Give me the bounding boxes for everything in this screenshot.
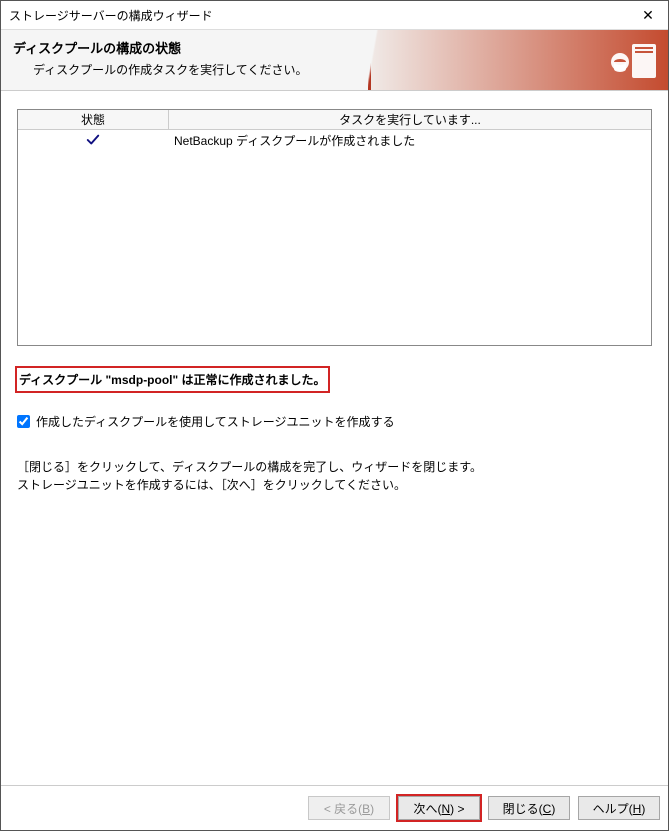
create-storage-unit-option[interactable]: 作成したディスクプールを使用してストレージユニットを作成する [17, 413, 652, 430]
close-button[interactable]: 閉じる(C) [488, 796, 570, 820]
wizard-footer: < 戻る(B) 次へ(N) > 閉じる(C) ヘルプ(H) [1, 785, 668, 830]
banner-subtitle: ディスクプールの作成タスクを実行してください。 [33, 61, 307, 78]
hint-line-2: ストレージユニットを作成するには、［次へ］をクリックしてください。 [17, 476, 652, 494]
next-button[interactable]: 次へ(N) > [398, 796, 480, 820]
status-cell [18, 130, 168, 150]
task-table: 状態 タスクを実行しています... NetBackup ディスクプールが作成され… [17, 109, 652, 346]
hint-line-1: ［閉じる］をクリックして、ディスクプールの構成を完了し、ウィザードを閉じます。 [17, 458, 652, 476]
column-header-status[interactable]: 状態 [18, 110, 169, 130]
window-title: ストレージサーバーの構成ウィザード [9, 7, 213, 24]
hint-text: ［閉じる］をクリックして、ディスクプールの構成を完了し、ウィザードを閉じます。 … [17, 458, 652, 494]
column-header-task[interactable]: タスクを実行しています... [169, 110, 651, 130]
task-cell: NetBackup ディスクプールが作成されました [168, 130, 651, 150]
check-icon [86, 133, 100, 147]
wizard-window: ストレージサーバーの構成ウィザード ✕ ディスクプールの構成の状態 ディスクプー… [0, 0, 669, 831]
titlebar: ストレージサーバーの構成ウィザード ✕ [1, 1, 668, 30]
table-row: NetBackup ディスクプールが作成されました [18, 130, 651, 150]
create-storage-unit-checkbox[interactable] [17, 415, 30, 428]
banner-heading: ディスクプールの構成の状態 [13, 38, 307, 57]
back-button: < 戻る(B) [308, 796, 390, 820]
create-storage-unit-label: 作成したディスクプールを使用してストレージユニットを作成する [36, 413, 395, 430]
result-message: ディスクプール "msdp-pool" は正常に作成されました。 [17, 368, 328, 391]
storage-icon [610, 38, 658, 82]
help-button[interactable]: ヘルプ(H) [578, 796, 660, 820]
content-area: 状態 タスクを実行しています... NetBackup ディスクプールが作成され… [1, 91, 668, 785]
close-icon[interactable]: ✕ [628, 1, 668, 29]
task-table-header: 状態 タスクを実行しています... [18, 110, 651, 130]
wizard-banner: ディスクプールの構成の状態 ディスクプールの作成タスクを実行してください。 [1, 30, 668, 91]
